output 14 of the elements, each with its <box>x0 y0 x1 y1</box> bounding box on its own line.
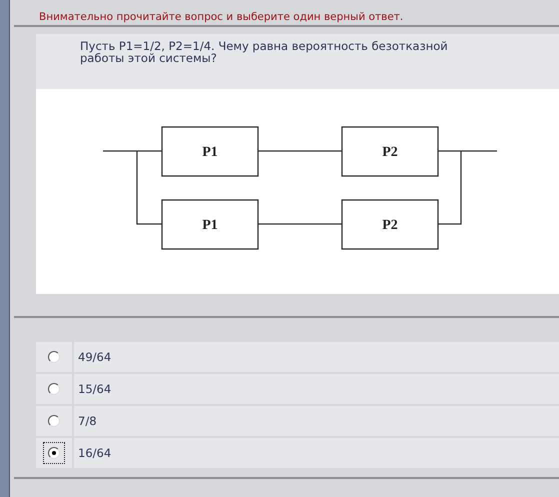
radio-button[interactable] <box>48 415 60 427</box>
radio-button[interactable] <box>48 447 60 459</box>
radio-button[interactable] <box>48 351 60 363</box>
answer-option[interactable]: 49/64 <box>74 342 559 372</box>
answer-option[interactable]: 15/64 <box>74 374 559 404</box>
answer-option[interactable]: 16/64 <box>74 438 559 468</box>
block-label: P1 <box>202 218 218 233</box>
instruction-text: Внимательно прочитайте вопрос и выберите один верный ответ. <box>38 10 404 25</box>
answer-option[interactable]: 7/8 <box>74 406 559 436</box>
block-label: P1 <box>202 145 218 160</box>
question-text: Пусть P1=1/2, P2=1/4. Чему равна вероятность безотказной работы этой системы? <box>79 38 449 64</box>
block-label: P2 <box>382 218 398 233</box>
radio-button[interactable] <box>48 383 60 395</box>
block-label: P2 <box>382 145 398 160</box>
